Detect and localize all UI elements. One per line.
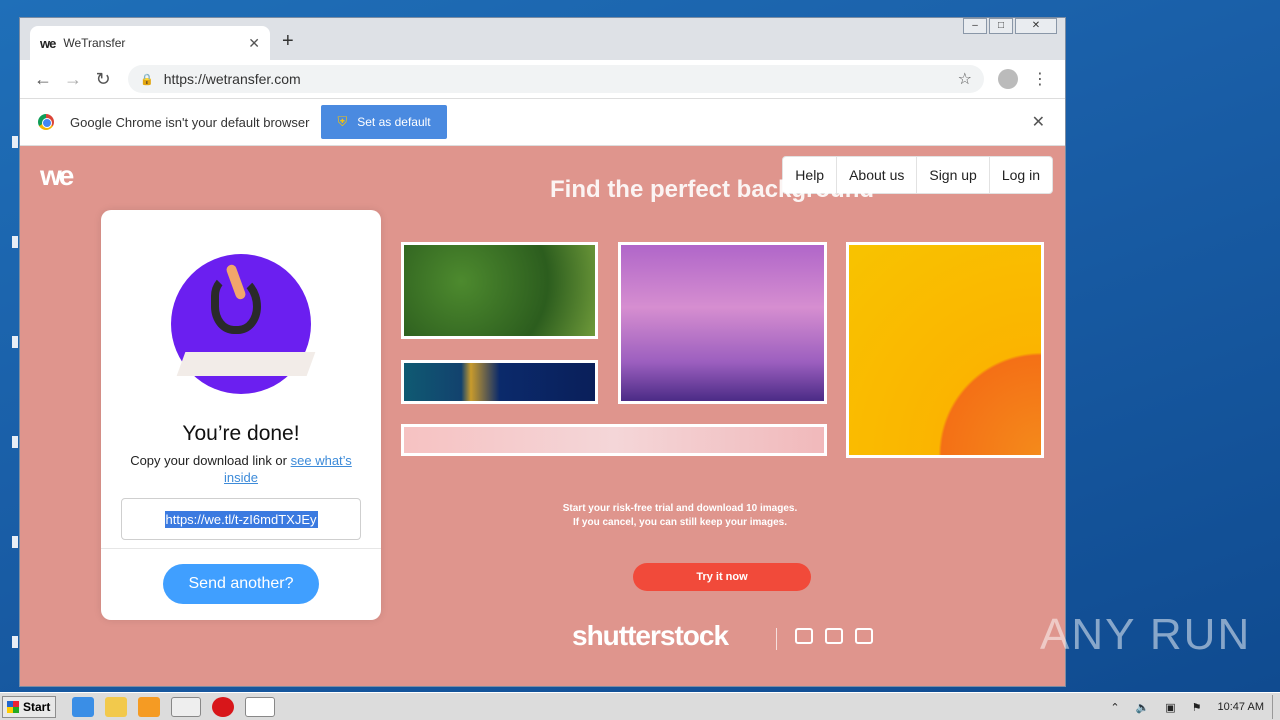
bookmark-star-icon[interactable]: ☆ (958, 69, 972, 89)
shield-icon: ⛨ (337, 114, 348, 129)
ad-text-line1: Start your risk-free trial and download … (562, 503, 798, 514)
ad-image-pink[interactable] (401, 424, 827, 456)
network-icon[interactable]: ▣ (1165, 701, 1175, 714)
camera-icon (795, 628, 813, 644)
chrome-taskbar-icon[interactable] (171, 696, 201, 717)
opera-icon[interactable] (212, 696, 234, 717)
app-taskbar-icon[interactable] (245, 696, 275, 717)
window-controls: – □ ✕ (961, 18, 1057, 34)
nav-sign-up[interactable]: Sign up (916, 157, 988, 193)
set-default-label: Set as default (357, 115, 431, 129)
default-browser-infobar: Google Chrome isn't your default browser… (20, 98, 1065, 146)
media-player-icon[interactable] (138, 696, 160, 717)
taskbar: Start ⌃ 🔈 ▣ ⚑ 10:47 AM (0, 692, 1280, 720)
start-button[interactable]: Start (2, 695, 56, 718)
shutterstock-media-icons (795, 628, 885, 644)
minimize-button[interactable]: – (963, 18, 987, 34)
transfer-done-panel: You’re done! Copy your download link or … (101, 210, 381, 620)
set-default-button[interactable]: ⛨ Set as default (321, 105, 447, 139)
send-another-button[interactable]: Send another? (163, 564, 319, 604)
explorer-icon[interactable] (105, 696, 127, 717)
ad-title: Find the perfect background (550, 176, 875, 203)
maximize-button[interactable]: □ (989, 18, 1013, 34)
reload-icon[interactable]: ↻ (88, 69, 118, 90)
success-illustration (171, 254, 316, 394)
download-link-field[interactable]: https://we.tl/t-zI6mdTXJEy (121, 498, 361, 540)
ad-image-orange[interactable] (846, 242, 1044, 458)
tray-up-icon[interactable]: ⌃ (1110, 701, 1119, 714)
browser-tab[interactable]: we WeTransfer ✕ (30, 26, 270, 60)
done-desc-text: Copy your download link or (130, 453, 287, 468)
forward-icon[interactable]: → (58, 69, 88, 90)
start-label: Start (23, 699, 51, 714)
tab-title: WeTransfer (63, 36, 126, 50)
system-tray: ⌃ 🔈 ▣ ⚑ 10:47 AM (1102, 693, 1280, 720)
url-text: https://wetransfer.com (163, 71, 301, 87)
ad-image-purple-sky[interactable] (618, 242, 827, 404)
infobar-message: Google Chrome isn't your default browser (70, 114, 310, 130)
show-desktop-button[interactable] (1272, 695, 1280, 719)
music-icon (825, 628, 843, 644)
lock-icon: 🔒 (140, 73, 154, 86)
volume-icon[interactable]: 🔈 (1136, 701, 1150, 714)
ie-icon[interactable] (72, 696, 94, 717)
infobar-close-icon[interactable]: ✕ (1032, 112, 1045, 132)
title-bar: we WeTransfer ✕ + – □ ✕ (20, 18, 1065, 60)
anyrun-watermark: ANY RUN (1040, 610, 1252, 659)
windows-flag-icon (7, 700, 19, 713)
tab-close-icon[interactable]: ✕ (248, 35, 260, 52)
browser-toolbar: ← → ↻ 🔒 https://wetransfer.com ☆ ⋮ (20, 60, 1065, 98)
flag-icon[interactable]: ⚑ (1192, 701, 1202, 714)
panel-divider (101, 548, 381, 549)
profile-avatar-icon[interactable] (998, 69, 1018, 89)
close-window-button[interactable]: ✕ (1015, 18, 1057, 34)
page-content: we Help About us Sign up Log in Find the… (20, 146, 1065, 686)
wetransfer-favicon-icon: we (40, 35, 56, 51)
brand-separator (776, 628, 777, 650)
video-icon (855, 628, 873, 644)
done-description: Copy your download link or see what’s in… (115, 452, 367, 486)
new-tab-button[interactable]: + (282, 30, 294, 53)
ad-image-blue-gold[interactable] (401, 360, 598, 404)
try-it-now-button[interactable]: Try it now (633, 563, 811, 591)
wetransfer-logo[interactable]: we (40, 160, 74, 192)
menu-kebab-icon[interactable]: ⋮ (1032, 69, 1048, 89)
ad-image-forest[interactable] (401, 242, 598, 339)
chrome-logo-icon (38, 114, 54, 130)
download-link-text: https://we.tl/t-zI6mdTXJEy (164, 510, 318, 528)
back-icon[interactable]: ← (28, 69, 58, 90)
browser-window: we WeTransfer ✕ + – □ ✕ ← → ↻ 🔒 https://… (19, 17, 1066, 687)
shutterstock-logo[interactable]: shutterstock (572, 620, 729, 652)
ad-text: Start your risk-free trial and download … (500, 502, 860, 530)
done-title: You’re done! (182, 422, 300, 445)
address-bar[interactable]: 🔒 https://wetransfer.com ☆ (128, 65, 984, 93)
ad-text-line2: If you cancel, you can still keep your i… (573, 517, 787, 528)
nav-log-in[interactable]: Log in (988, 157, 1052, 193)
clock[interactable]: 10:47 AM (1218, 701, 1264, 713)
